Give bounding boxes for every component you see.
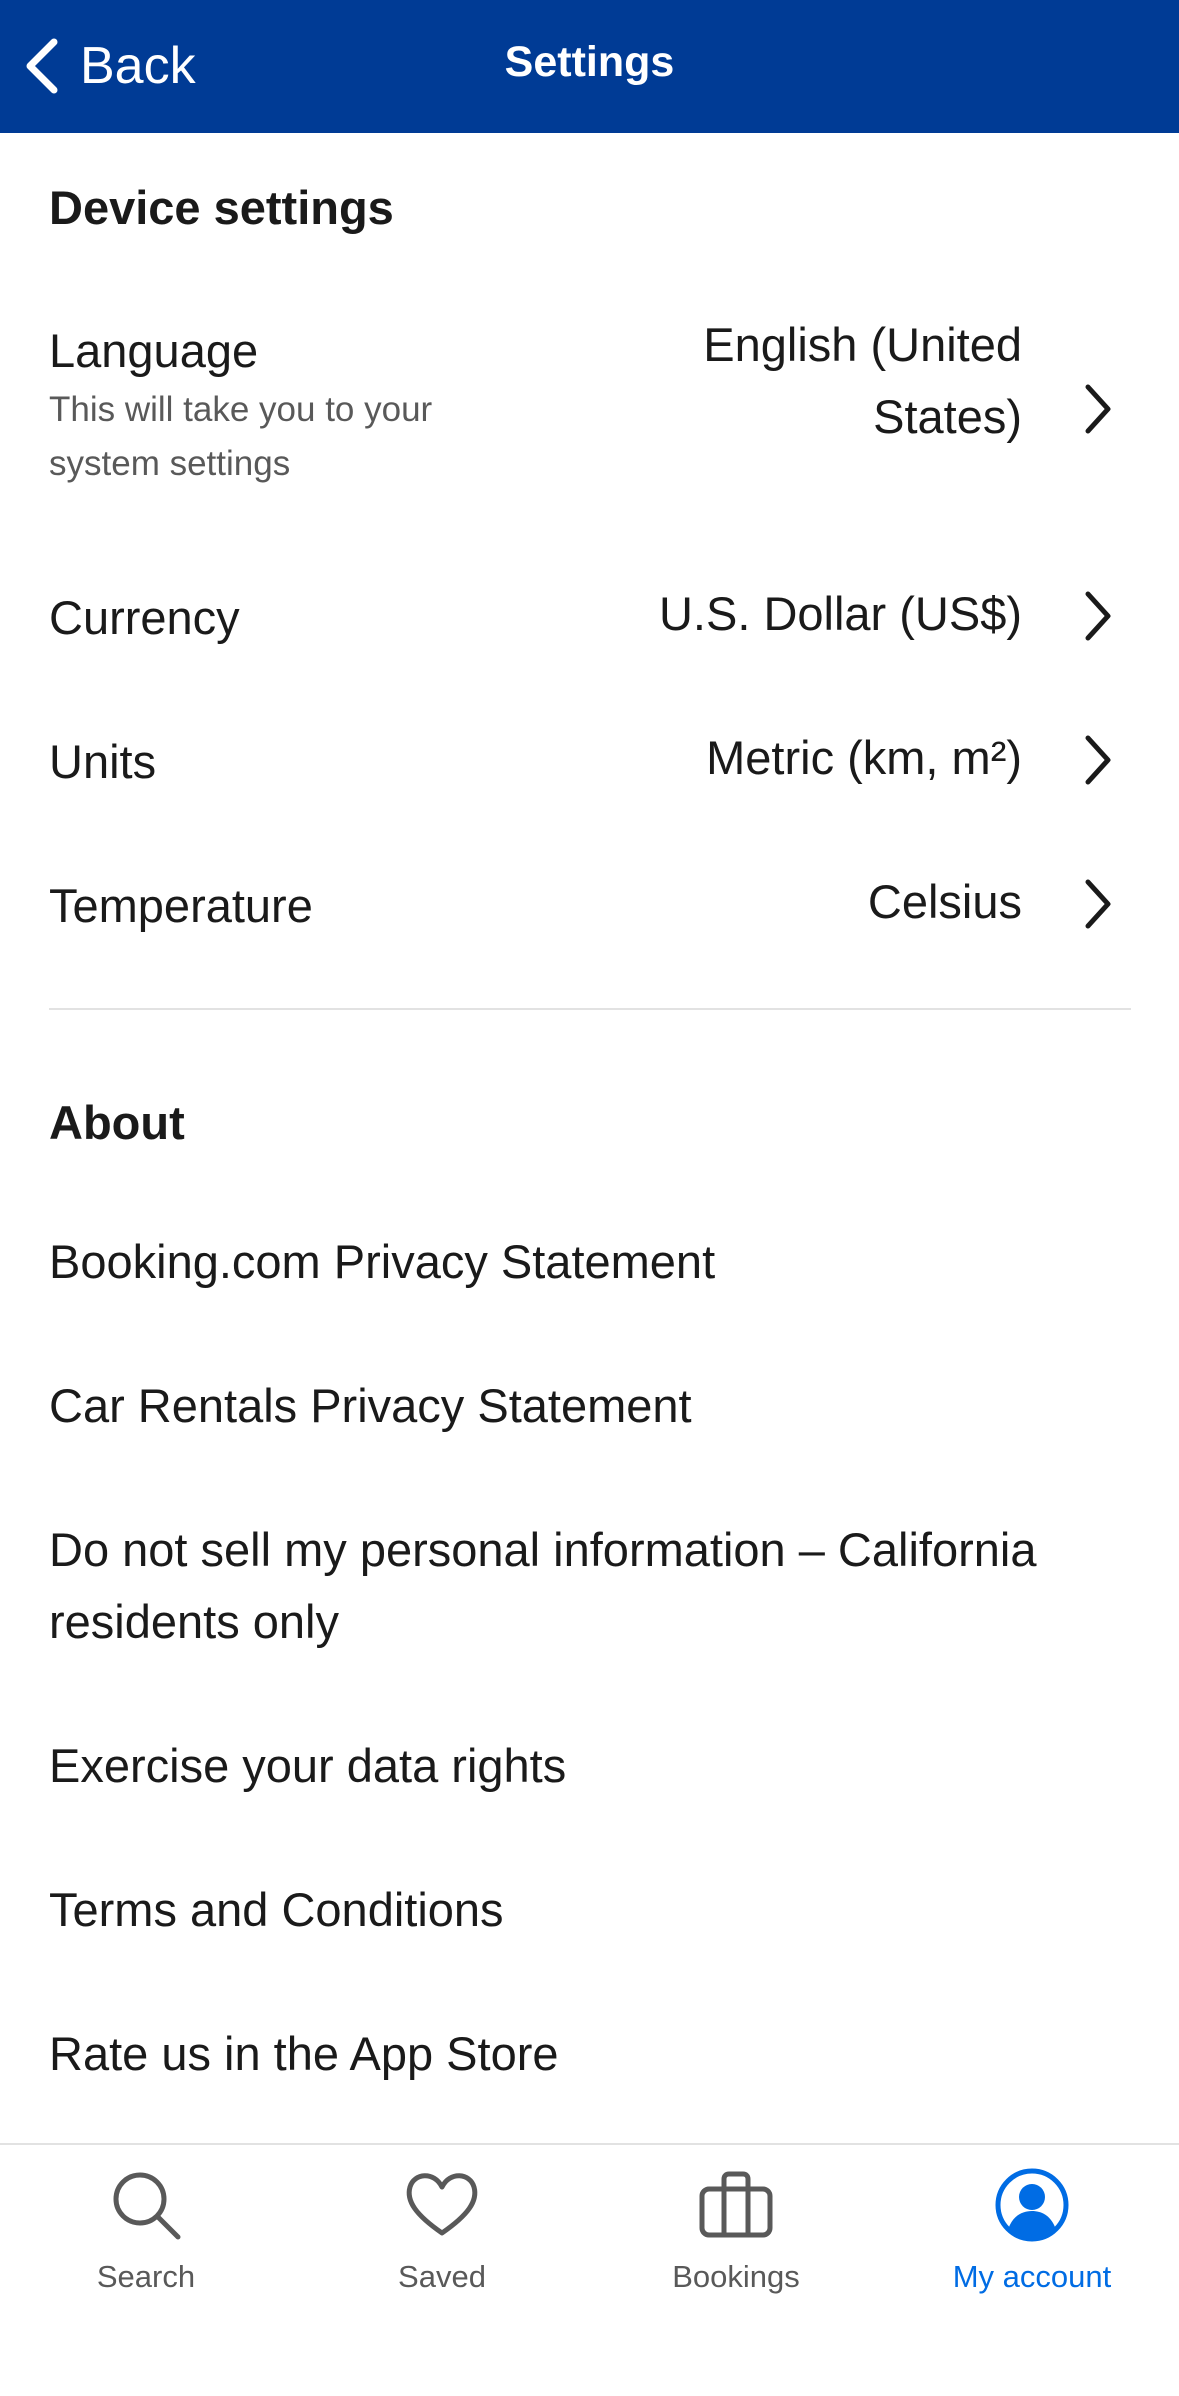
chevron-right-icon xyxy=(1085,591,1111,641)
bottom-tab-bar: Search Saved Bookings My account xyxy=(0,2143,1179,2396)
temperature-value: Celsius xyxy=(867,875,1022,928)
tab-saved[interactable]: Saved xyxy=(322,2165,562,2295)
data-rights-link[interactable]: Exercise your data rights xyxy=(49,1730,1129,1802)
units-row[interactable]: Units Metric (km, m²) xyxy=(0,722,1179,802)
search-icon xyxy=(113,2172,181,2240)
chevron-right-icon xyxy=(1085,384,1111,434)
temperature-label: Temperature xyxy=(49,879,313,932)
language-row[interactable]: Language This will take you to your syst… xyxy=(0,318,1179,523)
units-label: Units xyxy=(49,735,157,788)
about-heading: About xyxy=(49,1096,185,1149)
chevron-right-icon xyxy=(1085,879,1111,929)
tab-saved-label: Saved xyxy=(398,2259,486,2294)
language-value-line2: States) xyxy=(873,390,1022,443)
privacy-statement-link[interactable]: Booking.com Privacy Statement xyxy=(49,1226,1129,1298)
units-value: Metric (km, m²) xyxy=(706,731,1022,784)
currency-label: Currency xyxy=(49,591,240,644)
device-settings-heading: Device settings xyxy=(49,181,394,234)
language-subtext: This will take you to your system settin… xyxy=(49,390,433,483)
chevron-right-icon xyxy=(1085,735,1111,785)
tab-bookings-label: Bookings xyxy=(672,2259,800,2294)
settings-content[interactable]: Device settings Language This will take … xyxy=(0,133,1179,2143)
tab-my-account-label: My account xyxy=(952,2259,1112,2294)
car-rentals-privacy-link[interactable]: Car Rentals Privacy Statement xyxy=(49,1370,1129,1442)
suitcase-icon xyxy=(699,2171,773,2238)
currency-value: U.S. Dollar (US$) xyxy=(658,587,1022,640)
do-not-sell-link[interactable]: Do not sell my personal information – Ca… xyxy=(49,1514,1129,1658)
navigation-bar: Back Settings xyxy=(0,0,1179,133)
rate-app-store-link[interactable]: Rate us in the App Store xyxy=(49,2018,1129,2090)
tab-search-label: Search xyxy=(96,2259,196,2294)
temperature-row[interactable]: Temperature Celsius xyxy=(0,866,1179,946)
language-value: English (United States) xyxy=(703,309,1022,453)
terms-conditions-link[interactable]: Terms and Conditions xyxy=(49,1874,1129,1946)
tab-bookings[interactable]: Bookings xyxy=(616,2165,856,2295)
tab-my-account[interactable]: My account xyxy=(912,2165,1152,2295)
tab-search[interactable]: Search xyxy=(26,2165,266,2295)
language-label: Language xyxy=(49,324,259,377)
section-divider xyxy=(49,1008,1131,1010)
language-value-line1: English (United xyxy=(703,318,1022,371)
heart-icon xyxy=(406,2173,478,2236)
account-icon xyxy=(995,2168,1069,2242)
page-title: Settings xyxy=(504,38,675,86)
currency-row[interactable]: Currency U.S. Dollar (US$) xyxy=(0,578,1179,658)
